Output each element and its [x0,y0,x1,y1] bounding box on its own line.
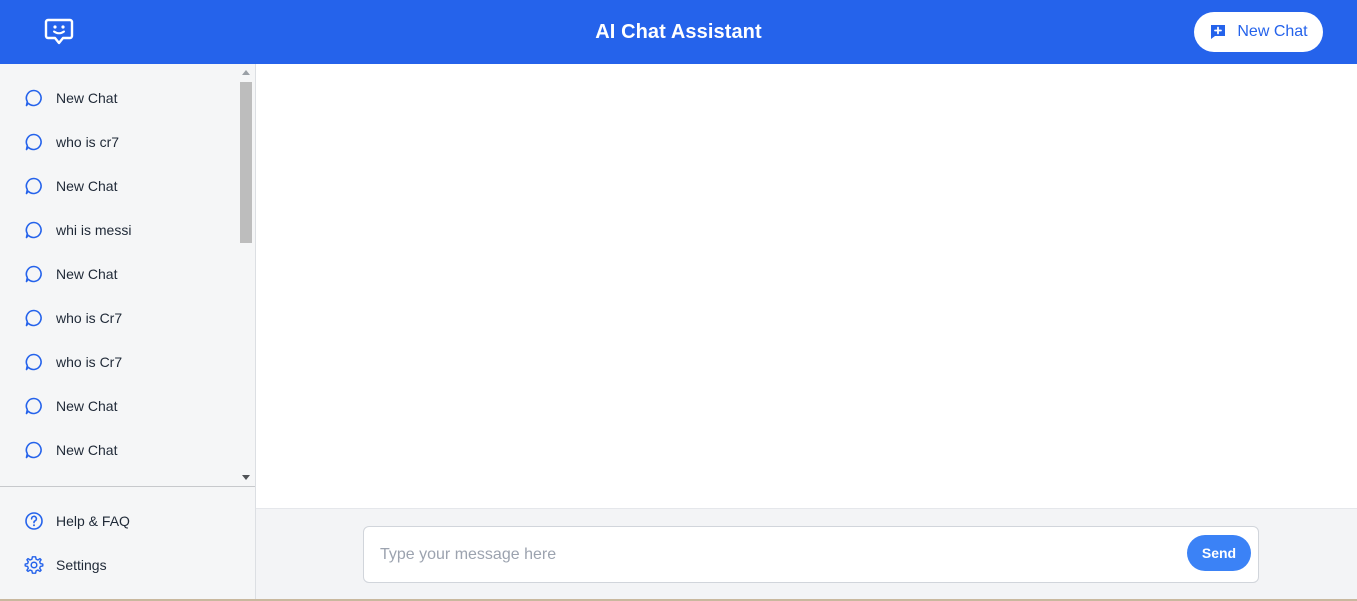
history-item-label: New Chat [56,442,118,458]
chat-history-list[interactable]: New Chat who is cr7 New Chat whi is mess… [0,64,255,486]
history-item-label: New Chat [56,178,118,194]
message-composer: Send [363,526,1259,583]
help-icon [25,512,43,530]
history-item[interactable]: New Chat [0,252,255,296]
sidebar-divider [0,486,255,487]
history-item[interactable]: who is Cr7 [0,340,255,384]
new-chat-button-label: New Chat [1237,23,1308,40]
chat-bubble-icon [25,265,42,283]
history-item[interactable]: New Chat [0,164,255,208]
history-item[interactable]: New Chat [0,384,255,428]
chat-bubble-icon [25,221,42,239]
history-item[interactable]: who is cr7 [0,120,255,164]
scroll-down-arrow-icon[interactable] [242,475,250,480]
help-faq-label: Help & FAQ [56,513,130,529]
history-item-label: who is Cr7 [56,354,123,370]
sidebar: New Chat who is cr7 New Chat whi is mess… [0,64,256,601]
history-scrollbar[interactable] [238,68,254,486]
history-item[interactable]: New Chat [0,428,255,472]
chat-bubble-icon [25,89,42,107]
top-bar: AI Chat Assistant New Chat [0,0,1357,64]
gear-icon [24,556,44,574]
chat-bubble-icon [25,441,42,459]
chat-bubble-icon [25,353,42,371]
chat-bubble-icon [25,133,42,151]
send-button[interactable]: Send [1187,535,1251,571]
message-input[interactable] [380,527,1170,582]
scrollbar-thumb[interactable] [240,82,252,243]
app-window: AI Chat Assistant New Chat New Chat who … [0,0,1357,601]
composer-area: Send [256,508,1357,599]
history-item[interactable]: whi is messi [0,208,255,252]
history-item-label: New Chat [56,90,118,106]
history-item[interactable]: New Chat [0,76,255,120]
history-item-label: New Chat [56,398,118,414]
scroll-up-arrow-icon[interactable] [242,70,250,75]
history-item[interactable]: who is Cr7 [0,296,255,340]
help-faq-link[interactable]: Help & FAQ [24,511,130,531]
history-item-label: New Chat [56,266,118,282]
chat-messages-area [256,64,1357,508]
chat-bubble-icon [25,397,42,415]
settings-link[interactable]: Settings [24,555,107,575]
history-item-label: who is cr7 [56,134,120,150]
add-chat-icon [1211,25,1226,39]
history-item-label: whi is messi [56,222,132,238]
chat-bubble-icon [25,177,42,195]
app-title: AI Chat Assistant [595,20,762,43]
chat-bot-icon [44,18,74,45]
settings-label: Settings [56,557,107,573]
chat-bubble-icon [25,309,42,327]
new-chat-button[interactable]: New Chat [1194,12,1323,52]
history-item-label: who is Cr7 [56,310,123,326]
